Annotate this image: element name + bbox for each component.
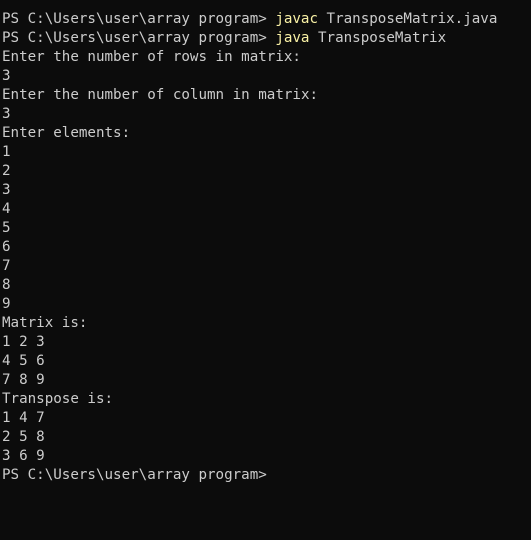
output-line: 5 — [2, 219, 11, 236]
output-line: 3 — [2, 67, 11, 84]
output-line: 3 — [2, 105, 11, 122]
output-line: 3 6 9 — [2, 447, 45, 464]
prompt: PS C:\Users\user\array program> — [2, 466, 267, 483]
output-line: 7 8 9 — [2, 371, 45, 388]
command-argument: TransposeMatrix — [318, 29, 447, 46]
output-line: Transpose is: — [2, 390, 114, 407]
output-line: 1 2 3 — [2, 333, 45, 350]
command-name: javac — [275, 10, 319, 27]
output-line: Enter the number of column in matrix: — [2, 86, 319, 103]
output-line: 9 — [2, 295, 11, 312]
output-line: 8 — [2, 276, 11, 293]
output-line: 4 5 6 — [2, 352, 45, 369]
output-line: 3 — [2, 181, 11, 198]
output-line: 4 — [2, 200, 11, 217]
output-line: Enter elements: — [2, 124, 131, 141]
prompt: PS C:\Users\user\array program> — [2, 10, 267, 27]
command-line-run: PS C:\Users\user\array program> java Trans… — [2, 29, 531, 48]
output-line: Matrix is: — [2, 314, 88, 331]
output-line: 7 — [2, 257, 11, 274]
terminal-window[interactable]: PS C:\Users\user\array program> javac Tran… — [0, 0, 531, 540]
output-line: 2 — [2, 162, 11, 179]
active-prompt-line[interactable]: PS C:\Users\user\array program> — [2, 466, 531, 485]
output-line: 2 5 8 — [2, 428, 45, 445]
command-argument: TransposeMatrix.java — [326, 10, 498, 27]
output-line: 6 — [2, 238, 11, 255]
prompt: PS C:\Users\user\array program> — [2, 29, 267, 46]
output-line: 1 — [2, 143, 11, 160]
command-line-compile: PS C:\Users\user\array program> javac Tran… — [2, 10, 531, 29]
command-name: java — [275, 29, 310, 46]
output-line: Enter the number of rows in matrix: — [2, 48, 301, 65]
output-line: 1 4 7 — [2, 409, 45, 426]
